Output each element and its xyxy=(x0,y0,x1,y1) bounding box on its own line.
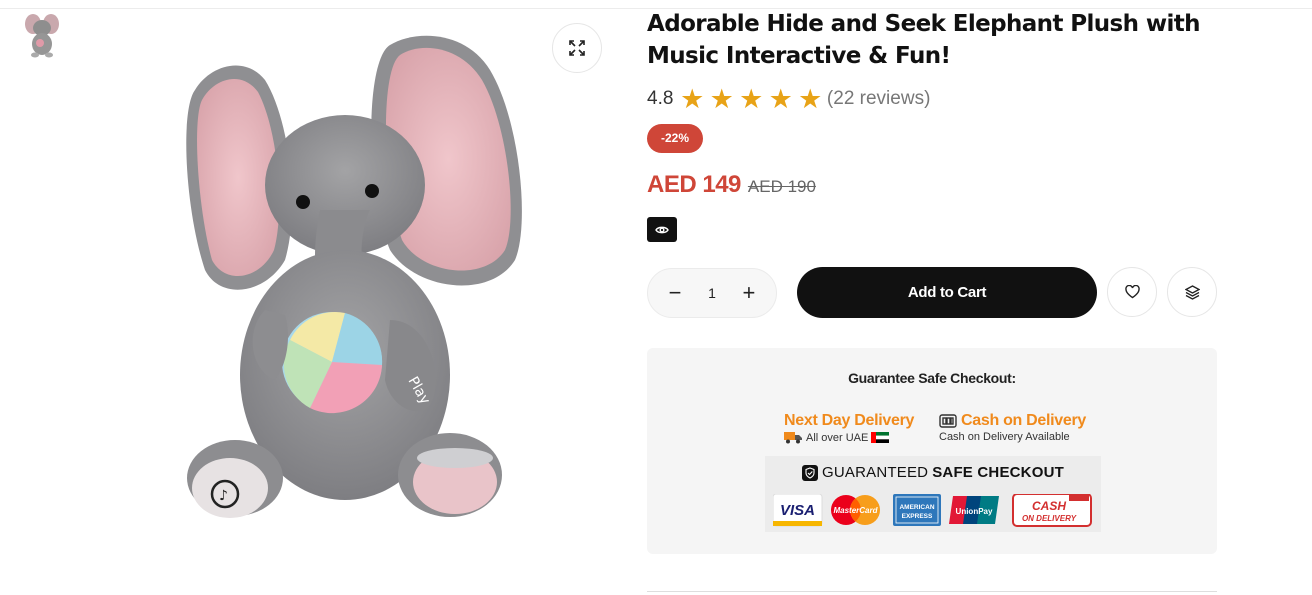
visa-logo: VISA xyxy=(773,494,823,527)
amex-logo: AMERICAN EXPRESS xyxy=(893,494,941,526)
zoom-button[interactable] xyxy=(552,23,602,73)
star-icon: ★ xyxy=(739,84,764,114)
product-main-image[interactable]: Play ♪ xyxy=(150,10,570,550)
price-row: AED 149 AED 190 xyxy=(647,171,816,199)
svg-text:MasterCard: MasterCard xyxy=(833,506,878,515)
original-price: AED 190 xyxy=(747,177,816,196)
guarantee-panel: Guarantee Safe Checkout: Next Day Delive… xyxy=(647,348,1217,554)
layers-icon xyxy=(1184,284,1200,300)
safe-checkout-label: SAFE CHECKOUT xyxy=(932,464,1064,481)
review-count-link[interactable]: (22 reviews) xyxy=(827,88,930,110)
svg-text:VISA: VISA xyxy=(780,502,815,519)
view-badge[interactable] xyxy=(647,217,677,242)
quantity-stepper[interactable]: − 1 + xyxy=(647,268,777,318)
star-icon: ★ xyxy=(768,84,793,114)
increase-quantity-button[interactable]: + xyxy=(738,282,760,304)
cash-on-delivery-subtitle: Cash on Delivery Available xyxy=(939,431,1070,443)
sale-price: AED 149 xyxy=(647,171,741,198)
next-day-delivery-title: Next Day Delivery xyxy=(784,412,915,429)
quantity-value[interactable]: 1 xyxy=(708,285,716,301)
unionpay-logo: UnionPay xyxy=(949,496,999,524)
expand-icon xyxy=(569,40,585,56)
section-divider xyxy=(647,591,1217,592)
star-icon: ★ xyxy=(709,84,734,114)
compare-button[interactable] xyxy=(1167,267,1217,317)
truck-icon xyxy=(784,432,802,444)
svg-text:AMERICAN: AMERICAN xyxy=(899,504,934,511)
eye-icon xyxy=(655,226,669,233)
svg-text:UnionPay: UnionPay xyxy=(956,507,993,516)
safe-checkout-badges: GUARANTEED SAFE CHECKOUT VISA MasterCard… xyxy=(765,456,1101,532)
decrease-quantity-button[interactable]: − xyxy=(664,282,686,304)
add-to-cart-button[interactable]: Add to Cart xyxy=(797,267,1097,318)
next-day-delivery-subtitle: All over UAE xyxy=(806,431,869,444)
svg-text:ON DELIVERY: ON DELIVERY xyxy=(1022,514,1077,523)
payment-methods: VISA MasterCard AMERICAN EXPRESS UnionPa… xyxy=(773,494,1093,528)
shield-icon xyxy=(802,464,819,481)
svg-text:♪: ♪ xyxy=(219,488,228,504)
cash-on-delivery-title: Cash on Delivery xyxy=(961,412,1087,429)
guarantee-title: Guarantee Safe Checkout: xyxy=(848,370,1016,386)
cash-icon xyxy=(939,414,957,428)
star-rating: ★ ★ ★ ★ ★ xyxy=(677,84,825,114)
rating-value: 4.8 xyxy=(647,88,674,109)
cash-on-delivery: Cash on Delivery Cash on Delivery Availa… xyxy=(939,412,1086,443)
svg-text:EXPRESS: EXPRESS xyxy=(902,513,933,520)
cash-on-delivery-logo: CASH ON DELIVERY xyxy=(1012,494,1092,527)
discount-badge: -22% xyxy=(647,124,704,153)
mastercard-logo: MasterCard xyxy=(831,495,880,525)
wishlist-button[interactable] xyxy=(1107,267,1157,317)
uae-flag-icon xyxy=(871,432,890,443)
safe-checkout-prefix: GUARANTEED xyxy=(822,464,929,481)
product-title: Adorable Hide and Seek Elephant Plush wi… xyxy=(647,11,1201,69)
star-icon: ★ xyxy=(680,84,705,114)
product-info: Adorable Hide and Seek Elephant Plush wi… xyxy=(647,8,1217,592)
star-icon: ★ xyxy=(798,84,823,114)
next-day-delivery: Next Day Delivery All over UAE xyxy=(784,412,914,444)
rating-row[interactable]: 4.8 ★ ★ ★ ★ ★ (22 reviews) xyxy=(647,84,930,114)
svg-text:CASH: CASH xyxy=(1032,499,1066,513)
heart-icon xyxy=(1124,285,1140,299)
product-thumbnail[interactable] xyxy=(22,10,62,58)
